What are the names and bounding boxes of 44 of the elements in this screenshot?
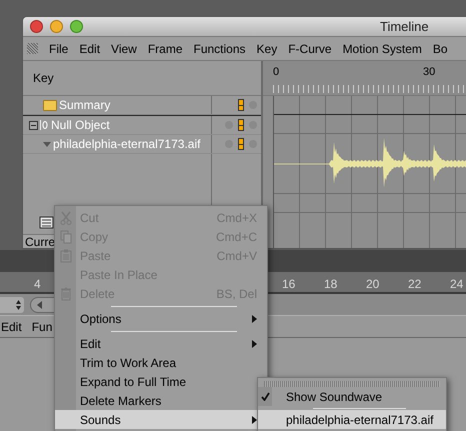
menu-item[interactable]: Fun xyxy=(32,318,52,336)
keyframe-icon[interactable] xyxy=(238,119,244,131)
grip-icon[interactable] xyxy=(264,381,440,387)
keyframe-icon[interactable] xyxy=(238,138,244,150)
menu-item[interactable]: View xyxy=(111,40,137,58)
folder-icon xyxy=(43,100,57,110)
ruler-number: 16 xyxy=(282,276,296,293)
menu-item[interactable]: philadelphia-eternal7173.aif xyxy=(258,410,446,429)
menu-item[interactable]: Show Soundwave xyxy=(258,387,446,406)
ruler-number: 24 xyxy=(450,276,464,293)
menu-item[interactable]: Edit xyxy=(55,334,267,353)
menu-item[interactable]: Motion System xyxy=(342,40,422,58)
menu-item[interactable]: Functions xyxy=(194,40,246,58)
ruler-number: 22 xyxy=(408,276,422,293)
menu-item[interactable]: Frame xyxy=(148,40,182,58)
column-header: Key xyxy=(33,70,54,87)
ruler-number: 30 xyxy=(423,65,436,80)
menu-item[interactable]: Edit xyxy=(79,40,100,58)
grip-icon[interactable] xyxy=(27,43,38,54)
left-arrow-icon xyxy=(37,300,42,308)
ruler-number: 0 xyxy=(273,65,280,80)
menu-item[interactable]: Options xyxy=(55,309,267,328)
collapse-icon[interactable] xyxy=(29,120,38,130)
zoom-button[interactable] xyxy=(70,20,83,33)
ruler-number: 18 xyxy=(324,276,338,293)
ruler-number: 20 xyxy=(366,276,380,293)
minimize-button[interactable] xyxy=(50,20,63,33)
menu-item[interactable]: F-Curve xyxy=(288,40,332,58)
menu-item[interactable]: File xyxy=(49,40,68,58)
menu-item[interactable]: Key xyxy=(256,40,278,58)
status-text: Curre xyxy=(25,236,56,248)
menu-item[interactable]: Trim to Work Area xyxy=(55,353,267,372)
menu-item[interactable]: Edit xyxy=(1,318,22,336)
keyframe-icon[interactable] xyxy=(238,99,244,111)
menu-item[interactable]: Bo xyxy=(432,40,448,58)
window-title: Timeline xyxy=(380,18,429,36)
copy-icon xyxy=(60,230,72,244)
close-button[interactable] xyxy=(30,20,43,33)
stepper-icon xyxy=(16,300,21,310)
null-object-icon xyxy=(40,120,49,130)
dropdown-field[interactable] xyxy=(0,296,24,312)
triangle-icon xyxy=(43,142,51,146)
ruler-number: 4 xyxy=(34,276,41,293)
render-settings-icon xyxy=(39,216,55,230)
